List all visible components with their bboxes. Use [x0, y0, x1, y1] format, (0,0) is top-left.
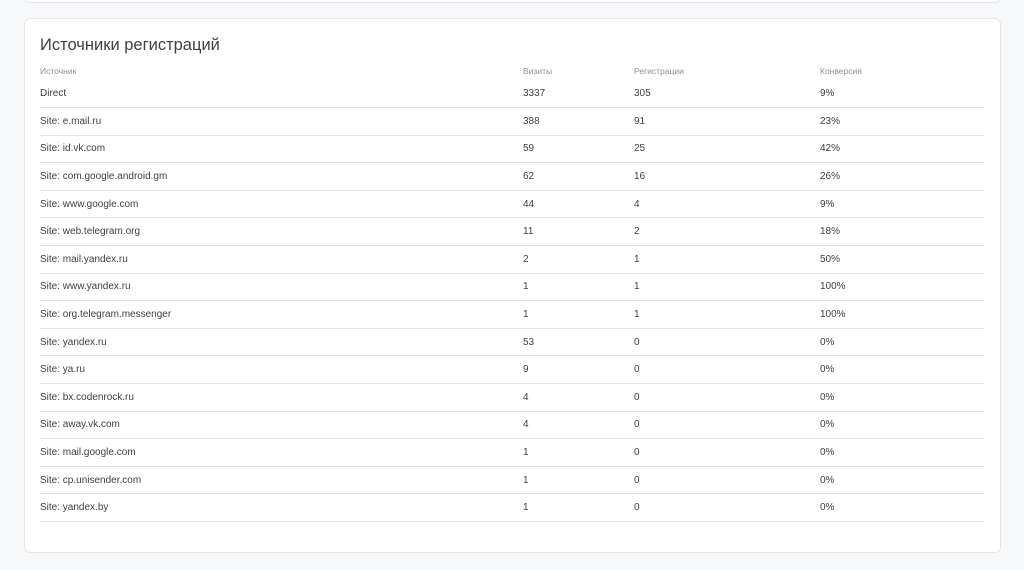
visits-cell: 1 — [523, 300, 634, 329]
table-row: Site: com.google.android.gm 62 16 26% — [40, 162, 984, 191]
registrations-cell: 16 — [634, 162, 820, 191]
source-cell: Site: yandex.ru — [40, 328, 523, 357]
registrations-cell: 0 — [634, 355, 820, 385]
registrations-cell: 25 — [634, 135, 820, 164]
column-header-registrations: Регистрации — [634, 66, 684, 76]
table-row: Site: yandex.ru 53 0 0% — [40, 328, 984, 357]
conversion-cell: 0% — [820, 438, 984, 467]
registrations-cell: 2 — [634, 217, 820, 247]
table-row: Site: bx.codenrock.ru 4 0 0% — [40, 383, 984, 412]
registrations-cell: 0 — [634, 493, 820, 522]
visits-cell: 53 — [523, 328, 634, 357]
conversion-cell: 0% — [820, 328, 984, 357]
visits-cell: 1 — [523, 438, 634, 467]
visits-cell: 62 — [523, 162, 634, 191]
source-cell: Site: www.yandex.ru — [40, 273, 523, 302]
source-cell: Direct — [40, 80, 523, 109]
column-header-visits: Визиты — [523, 66, 553, 76]
conversion-cell: 23% — [820, 107, 984, 136]
visits-cell: 59 — [523, 135, 634, 164]
table-row: Site: web.telegram.org 11 2 18% — [40, 217, 984, 247]
source-cell: Site: com.google.android.gm — [40, 162, 523, 191]
source-cell: Site: mail.google.com — [40, 438, 523, 467]
table-row: Site: www.google.com 44 4 9% — [40, 190, 984, 219]
table-row: Site: cp.unisender.com 1 0 0% — [40, 466, 984, 495]
visits-cell: 1 — [523, 466, 634, 495]
source-cell: Site: www.google.com — [40, 190, 523, 219]
table-row: Site: yandex.by 1 0 0% — [40, 493, 984, 522]
previous-card — [24, 0, 1001, 3]
source-cell: Site: ya.ru — [40, 355, 523, 385]
registrations-cell: 1 — [634, 245, 820, 274]
visits-cell: 44 — [523, 190, 634, 219]
table-row: Site: away.vk.com 4 0 0% — [40, 411, 984, 440]
visits-cell: 388 — [523, 107, 634, 136]
conversion-cell: 50% — [820, 245, 984, 274]
registrations-cell: 0 — [634, 411, 820, 440]
table-row: Site: ya.ru 9 0 0% — [40, 355, 984, 385]
visits-cell: 3337 — [523, 80, 634, 109]
conversion-cell: 100% — [820, 300, 984, 329]
table-header: Источник Визиты Регистрации Конверсия — [40, 62, 984, 80]
registrations-cell: 305 — [634, 80, 820, 109]
column-header-conversion: Конверсия — [820, 66, 862, 76]
source-cell: Site: yandex.by — [40, 493, 523, 522]
table-row: Site: id.vk.com 59 25 42% — [40, 135, 984, 164]
column-header-source: Источник — [40, 66, 77, 76]
registrations-cell: 0 — [634, 328, 820, 357]
conversion-cell: 9% — [820, 190, 984, 219]
table-row: Site: org.telegram.messenger 1 1 100% — [40, 300, 984, 329]
table-row: Site: e.mail.ru 388 91 23% — [40, 107, 984, 136]
table-row: Site: mail.yandex.ru 2 1 50% — [40, 245, 984, 274]
table-row: Direct 3337 305 9% — [40, 80, 984, 109]
conversion-cell: 9% — [820, 80, 984, 109]
registrations-cell: 1 — [634, 273, 820, 302]
registration-sources-card: Источники регистраций Источник Визиты Ре… — [24, 18, 1001, 553]
registrations-cell: 1 — [634, 300, 820, 329]
source-cell: Site: e.mail.ru — [40, 107, 523, 136]
visits-cell: 4 — [523, 383, 634, 412]
source-cell: Site: cp.unisender.com — [40, 466, 523, 495]
visits-cell: 9 — [523, 355, 634, 385]
source-cell: Site: away.vk.com — [40, 411, 523, 440]
visits-cell: 2 — [523, 245, 634, 274]
registrations-cell: 91 — [634, 107, 820, 136]
conversion-cell: 42% — [820, 135, 984, 164]
visits-cell: 1 — [523, 493, 634, 522]
visits-cell: 1 — [523, 273, 634, 302]
source-cell: Site: mail.yandex.ru — [40, 245, 523, 274]
conversion-cell: 0% — [820, 383, 984, 412]
conversion-cell: 18% — [820, 217, 984, 247]
conversion-cell: 0% — [820, 411, 984, 440]
source-cell: Site: org.telegram.messenger — [40, 300, 523, 329]
table-row: Site: www.yandex.ru 1 1 100% — [40, 273, 984, 302]
registrations-cell: 0 — [634, 383, 820, 412]
conversion-cell: 26% — [820, 162, 984, 191]
conversion-cell: 0% — [820, 355, 984, 385]
registrations-cell: 0 — [634, 438, 820, 467]
registrations-cell: 0 — [634, 466, 820, 495]
source-cell: Site: web.telegram.org — [40, 217, 523, 247]
conversion-cell: 0% — [820, 493, 984, 522]
source-cell: Site: id.vk.com — [40, 135, 523, 164]
card-title: Источники регистраций — [40, 36, 220, 54]
source-cell: Site: bx.codenrock.ru — [40, 383, 523, 412]
registrations-cell: 4 — [634, 190, 820, 219]
visits-cell: 4 — [523, 411, 634, 440]
table-row: Site: mail.google.com 1 0 0% — [40, 438, 984, 467]
table-body: Direct 3337 305 9% Site: e.mail.ru 388 91 23% Si… — [40, 80, 984, 522]
visits-cell: 11 — [523, 217, 634, 247]
conversion-cell: 0% — [820, 466, 984, 495]
registration-sources-table: Источник Визиты Регистрации Конверсия Di… — [40, 62, 984, 522]
conversion-cell: 100% — [820, 273, 984, 302]
